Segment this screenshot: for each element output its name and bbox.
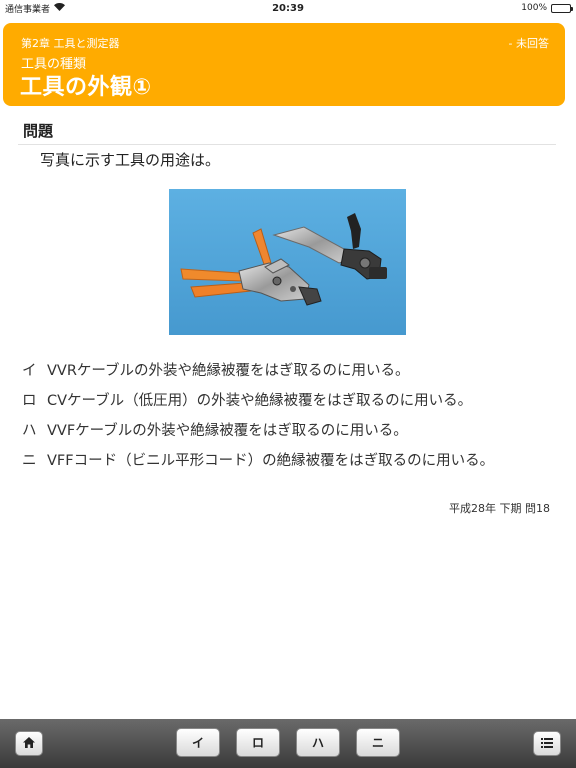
chapter-label: 第2章 工具と測定器	[21, 37, 120, 50]
bottom-toolbar: イ ロ ハ ニ	[0, 719, 576, 768]
list-icon	[541, 737, 553, 751]
answer-button-i[interactable]: イ	[176, 728, 220, 757]
choice-key: ニ	[22, 452, 37, 469]
choice-text: VVFケーブルの外装や絶縁被覆をはぎ取るのに用いる。	[47, 422, 408, 439]
exam-source: 平成28年 下期 問18	[449, 502, 550, 515]
question-header: 第2章 工具と測定器 - 未回答 工具の種類 工具の外観①	[3, 23, 565, 106]
choice-item: イ VVRケーブルの外装や絶縁被覆をはぎ取るのに用いる。	[22, 354, 562, 384]
menu-button[interactable]	[533, 731, 561, 756]
choice-text: CVケーブル（低圧用）の外装や絶縁被覆をはぎ取るのに用いる。	[47, 392, 473, 409]
divider	[18, 144, 556, 145]
battery-percent: 100%	[521, 3, 547, 13]
choice-key: ハ	[22, 422, 37, 439]
choice-item: ロ CVケーブル（低圧用）の外装や絶縁被覆をはぎ取るのに用いる。	[22, 384, 562, 414]
choice-key: ロ	[22, 392, 37, 409]
choice-key: イ	[22, 362, 37, 379]
tool-photo	[169, 189, 406, 335]
home-icon	[23, 736, 35, 751]
clock: 20:39	[272, 2, 304, 14]
battery-icon	[551, 3, 573, 13]
choice-list: イ VVRケーブルの外装や絶縁被覆をはぎ取るのに用いる。 ロ CVケーブル（低圧…	[22, 354, 562, 474]
section-title: 問題	[23, 122, 54, 140]
answer-button-ni[interactable]: ニ	[356, 728, 400, 757]
answer-status: - 未回答	[508, 37, 549, 50]
answer-button-ro[interactable]: ロ	[236, 728, 280, 757]
carrier-label: 通信事業者	[5, 4, 51, 15]
page-title: 工具の外観①	[20, 75, 152, 100]
status-bar: 通信事業者 20:39 100%	[0, 0, 576, 16]
home-button[interactable]	[15, 731, 43, 756]
choice-item: ハ VVFケーブルの外装や絶縁被覆をはぎ取るのに用いる。	[22, 414, 562, 444]
wifi-icon	[54, 2, 66, 14]
choice-text: VVRケーブルの外装や絶縁被覆をはぎ取るのに用いる。	[47, 362, 410, 379]
choice-item: ニ VFFコード（ビニル平形コード）の絶縁被覆をはぎ取るのに用いる。	[22, 444, 562, 474]
choice-text: VFFコード（ビニル平形コード）の絶縁被覆をはぎ取るのに用いる。	[47, 452, 495, 469]
question-text: 写真に示す工具の用途は。	[40, 151, 221, 169]
answer-button-ha[interactable]: ハ	[296, 728, 340, 757]
